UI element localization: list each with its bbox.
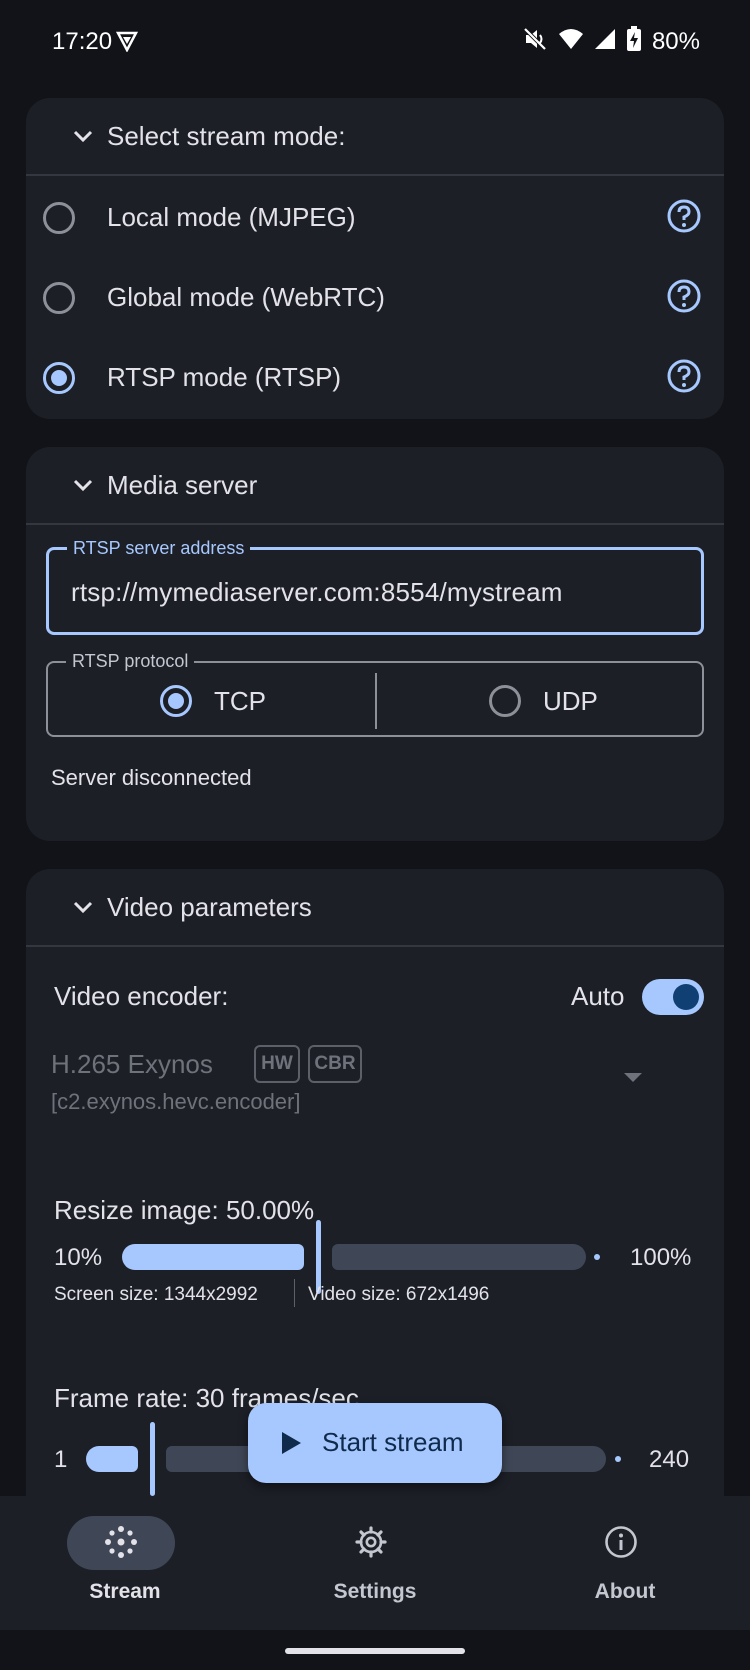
stream-icon bbox=[104, 1525, 138, 1564]
protocol-option-udp[interactable]: UDP bbox=[489, 683, 598, 719]
status-bar: 17:20 80% bbox=[0, 0, 750, 86]
gesture-handle[interactable] bbox=[285, 1648, 465, 1654]
status-icons: 80% bbox=[522, 26, 700, 57]
radio-local[interactable] bbox=[43, 202, 75, 234]
rtsp-address-label: RTSP server address bbox=[67, 538, 251, 559]
resize-track-inactive bbox=[332, 1244, 586, 1270]
nav-stream[interactable]: Stream bbox=[0, 1496, 250, 1630]
radio-rtsp[interactable] bbox=[43, 362, 75, 394]
info-icon bbox=[604, 1525, 638, 1564]
nav-settings[interactable]: Settings bbox=[250, 1496, 500, 1630]
help-icon[interactable] bbox=[666, 358, 702, 399]
video-size-text: Video size: 672x1496 bbox=[308, 1284, 490, 1305]
nav-stream-label: Stream bbox=[89, 1580, 161, 1603]
protocol-divider bbox=[375, 673, 377, 729]
video-encoder-label: Video encoder: bbox=[54, 981, 229, 1011]
mode-option-rtsp[interactable]: RTSP mode (RTSP) bbox=[26, 338, 724, 418]
frame-rate-track-active bbox=[86, 1446, 138, 1472]
vpn-shield-icon bbox=[115, 30, 139, 57]
signal-icon bbox=[594, 28, 616, 55]
mode-option-global[interactable]: Global mode (WebRTC) bbox=[26, 258, 724, 338]
status-time: 17:20 bbox=[52, 28, 113, 55]
frame-rate-min-label: 1 bbox=[54, 1446, 68, 1473]
frame-rate-max-label: 240 bbox=[649, 1446, 690, 1473]
encoder-name: H.265 Exynos bbox=[51, 1049, 213, 1079]
protocol-label-tcp: TCP bbox=[214, 685, 266, 716]
dropdown-arrow-icon[interactable] bbox=[624, 1073, 642, 1082]
rtsp-protocol-group: RTSP protocol TCP UDP bbox=[46, 651, 704, 737]
radio-udp[interactable] bbox=[489, 685, 521, 717]
rtsp-address-input[interactable]: rtsp://mymediaserver.com:8554/mystream bbox=[71, 577, 563, 608]
battery-percent: 80% bbox=[651, 27, 700, 55]
stream-mode-title: Select stream mode: bbox=[107, 121, 346, 151]
resize-min-label: 10% bbox=[54, 1244, 103, 1271]
nav-about-label: About bbox=[594, 1580, 656, 1603]
media-server-title: Media server bbox=[107, 470, 258, 500]
play-icon bbox=[280, 1431, 302, 1460]
resize-track-active bbox=[122, 1244, 304, 1270]
resize-label: Resize image: 50.00% bbox=[54, 1195, 315, 1225]
mode-label-local: Local mode (MJPEG) bbox=[107, 202, 356, 232]
start-stream-label: Start stream bbox=[322, 1427, 464, 1457]
video-params-header[interactable]: Video parameters bbox=[26, 869, 724, 947]
rtsp-protocol-label: RTSP protocol bbox=[66, 651, 195, 672]
encoder-id: [c2.exynos.hevc.encoder] bbox=[51, 1089, 301, 1114]
mute-icon bbox=[522, 26, 548, 57]
frame-rate-track-end-dot bbox=[615, 1456, 621, 1462]
chevron-down-icon bbox=[72, 896, 94, 923]
encoder-badge-cbr: CBR bbox=[308, 1045, 362, 1083]
radio-global[interactable] bbox=[43, 282, 75, 314]
battery-charging-icon bbox=[626, 26, 642, 57]
stream-mode-card: Select stream mode: Local mode (MJPEG) G… bbox=[26, 98, 724, 419]
protocol-option-tcp[interactable]: TCP bbox=[160, 683, 266, 719]
server-status-text: Server disconnected bbox=[51, 765, 252, 790]
video-params-title: Video parameters bbox=[107, 892, 312, 922]
chevron-down-icon bbox=[72, 474, 94, 501]
screen-size-text: Screen size: 1344x2992 bbox=[54, 1284, 258, 1305]
size-separator bbox=[294, 1279, 295, 1307]
start-stream-button[interactable]: Start stream bbox=[248, 1403, 502, 1483]
help-icon[interactable] bbox=[666, 198, 702, 239]
help-icon[interactable] bbox=[666, 278, 702, 319]
wifi-icon bbox=[558, 28, 584, 55]
encoder-badge-hw: HW bbox=[254, 1045, 300, 1083]
resize-max-label: 100% bbox=[630, 1244, 692, 1271]
mode-label-rtsp: RTSP mode (RTSP) bbox=[107, 362, 342, 392]
nav-about[interactable]: About bbox=[500, 1496, 750, 1630]
resize-track-end-dot bbox=[594, 1254, 600, 1260]
mode-option-local[interactable]: Local mode (MJPEG) bbox=[26, 178, 724, 258]
mode-label-global: Global mode (WebRTC) bbox=[107, 282, 385, 312]
app-screen: 17:20 80% Select stream mode: Local mode… bbox=[0, 0, 750, 1670]
resize-slider-thumb[interactable] bbox=[316, 1220, 321, 1294]
radio-tcp[interactable] bbox=[160, 685, 192, 717]
gear-icon bbox=[354, 1525, 388, 1564]
auto-encoder-switch[interactable] bbox=[642, 979, 704, 1015]
media-server-header[interactable]: Media server bbox=[26, 447, 724, 525]
protocol-label-udp: UDP bbox=[543, 685, 598, 716]
stream-mode-header[interactable]: Select stream mode: bbox=[26, 98, 724, 176]
rtsp-address-field[interactable]: RTSP server address rtsp://mymediaserver… bbox=[46, 538, 704, 635]
media-server-card: Media server RTSP server address rtsp://… bbox=[26, 447, 724, 841]
chevron-down-icon bbox=[72, 125, 94, 152]
frame-rate-slider-thumb[interactable] bbox=[150, 1422, 155, 1496]
bottom-nav: Stream Settings About bbox=[0, 1496, 750, 1630]
nav-settings-label: Settings bbox=[333, 1580, 417, 1603]
auto-label: Auto bbox=[571, 981, 625, 1011]
